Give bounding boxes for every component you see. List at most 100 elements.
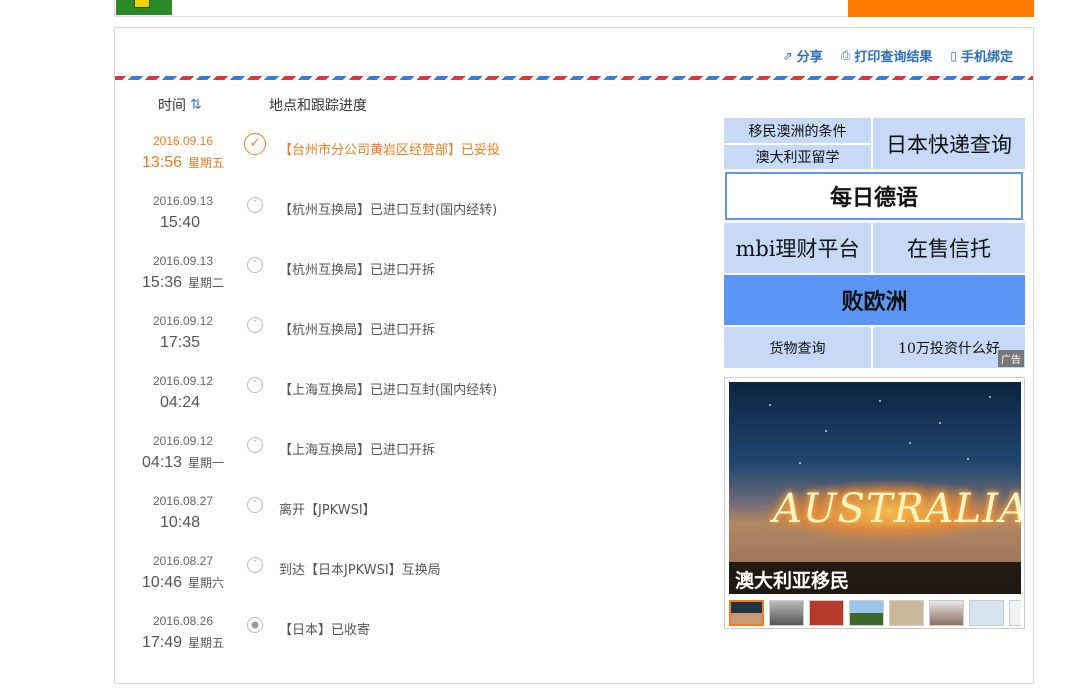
event-date: 2016.08.27: [152, 554, 214, 568]
thumbnail[interactable]: [889, 600, 924, 626]
event-clock: 17:49: [141, 634, 183, 651]
thumbnail-strip: [729, 600, 1021, 626]
ad-link-trust[interactable]: 在售信托: [873, 223, 1025, 273]
timeline-row: 2016.09.16 13:56 星期五 ✓ 【台州市分公司黄岩区经营部】已妥投: [115, 128, 715, 188]
place-column-header: 地点和跟踪进度: [269, 98, 367, 114]
event-date: 2016.09.12: [152, 314, 214, 328]
timeline-row: 2016.09.12 17:35 ˄ 【杭州互换局】已进口开拆: [115, 308, 715, 368]
print-button[interactable]: ⎙ 打印查询结果: [841, 46, 933, 65]
event-date: 2016.08.26: [152, 614, 214, 628]
event-time: 15:36 星期二: [115, 274, 251, 292]
event-time: 15:40: [115, 214, 251, 232]
event-clock: 04:13: [141, 454, 183, 471]
event-clock: 15:40: [159, 214, 201, 231]
event-description: 到达【日本JPKWSI】互换局: [279, 563, 441, 578]
ad-label: 广告: [998, 350, 1024, 367]
phone-bind-label: 手机绑定: [960, 50, 1013, 65]
thumbnail[interactable]: [1009, 600, 1021, 626]
event-weekday: 星期五: [188, 156, 225, 170]
event-time: 04:24: [115, 394, 251, 412]
ad-link-europe[interactable]: 败欧洲: [724, 275, 1025, 325]
ad-link-cargo[interactable]: 货物查询: [724, 327, 871, 368]
share-button[interactable]: ⇗ 分享: [782, 46, 823, 66]
thumbnail[interactable]: [929, 600, 964, 626]
share-icon: ⇗: [782, 48, 793, 63]
ad-caption[interactable]: 澳大利亚移民: [729, 562, 1021, 594]
thumbnail[interactable]: [809, 600, 844, 626]
timeline-dot-icon: ˄: [247, 257, 263, 273]
event-time: 17:35: [115, 334, 251, 352]
ad-link-mbi[interactable]: mbi理财平台: [724, 223, 871, 273]
time-column-header[interactable]: 时间 ⇅: [158, 95, 202, 115]
timeline-dot-icon: ˄: [247, 557, 263, 573]
phone-icon: ▯: [950, 48, 957, 63]
timeline-row: 2016.09.12 04:24 ˄ 【上海互换局】已进口互封(国内经转): [115, 368, 715, 428]
timeline-row: 2016.08.27 10:48 ˄ 离开【JPKWSI】: [115, 488, 715, 548]
event-description: 【上海互换局】已进口开拆: [279, 443, 436, 458]
event-date: 2016.09.13: [152, 254, 214, 268]
airmail-divider: [115, 76, 1033, 80]
timeline-row: 2016.09.13 15:36 星期二 ˄ 【杭州互换局】已进口开拆: [115, 248, 715, 308]
print-label: 打印查询结果: [854, 50, 933, 65]
ad-link-immigration-conditions[interactable]: 移民澳洲的条件: [724, 118, 871, 143]
event-description: 【杭州互换局】已进口开拆: [279, 323, 436, 338]
action-bar: ⇗ 分享 ⎙ 打印查询结果 ▯ 手机绑定: [783, 46, 1013, 65]
thumbnail[interactable]: [969, 600, 1004, 626]
thumbnail[interactable]: [849, 600, 884, 626]
event-time: 10:48: [115, 514, 251, 532]
thumbnail[interactable]: [729, 600, 764, 626]
event-description: 【日本】已收寄: [279, 623, 371, 638]
event-clock: 17:35: [159, 334, 201, 351]
ad-link-study-australia[interactable]: 澳大利亚留学: [724, 145, 871, 169]
tracking-panel: ⇗ 分享 ⎙ 打印查询结果 ▯ 手机绑定 时间 ⇅ 地点和跟踪进度 2016.0…: [114, 27, 1034, 684]
event-clock: 10:48: [159, 514, 201, 531]
event-clock: 10:46: [141, 574, 183, 591]
event-time: 10:46 星期六: [115, 574, 251, 592]
timeline-dot-icon: [247, 617, 263, 633]
time-header-label: 时间: [158, 98, 186, 114]
event-description: 【上海互换局】已进口互封(国内经转): [279, 383, 498, 398]
event-date: 2016.08.27: [152, 494, 214, 508]
event-weekday: 星期五: [188, 636, 225, 650]
timeline-dot-icon: ˄: [247, 497, 263, 513]
thumbnail[interactable]: [769, 600, 804, 626]
event-date: 2016.09.13: [152, 194, 214, 208]
ad-block: 移民澳洲的条件 澳大利亚留学 日本快递查询 每日德语 mbi理财平台 在售信托 …: [724, 118, 1025, 368]
event-description: 【杭州互换局】已进口开拆: [279, 263, 436, 278]
timeline-row: 2016.08.26 17:49 星期五 【日本】已收寄: [115, 608, 715, 668]
event-weekday: 星期六: [188, 576, 225, 590]
event-date: 2016.09.12: [152, 374, 214, 388]
light-painting-text: AUSTRALIA: [773, 486, 1021, 532]
event-description: 【台州市分公司黄岩区经营部】已妥投: [279, 143, 501, 158]
print-icon: ⎙: [840, 48, 851, 62]
phone-bind-button[interactable]: ▯ 手机绑定: [950, 46, 1013, 66]
event-time: 04:13 星期一: [115, 454, 251, 472]
check-circle-icon: ✓: [244, 133, 266, 155]
top-query-button[interactable]: [848, 0, 1034, 17]
event-time: 17:49 星期五: [115, 634, 251, 652]
timeline-row: 2016.08.27 10:46 星期六 ˄ 到达【日本JPKWSI】互换局: [115, 548, 715, 608]
timeline-row: 2016.09.13 15:40 ˄ 【杭州互换局】已进口互封(国内经转): [115, 188, 715, 248]
event-clock: 13:56: [141, 154, 183, 171]
ad-link-japan-express[interactable]: 日本快递查询: [873, 118, 1025, 169]
event-time: 13:56 星期五: [115, 154, 251, 172]
timeline-row: 2016.09.12 04:13 星期一 ˄ 【上海互换局】已进口开拆: [115, 428, 715, 488]
event-date: 2016.09.12: [152, 434, 214, 448]
event-description: 【杭州互换局】已进口互封(国内经转): [279, 203, 498, 218]
event-clock: 15:36: [141, 274, 183, 291]
share-label: 分享: [796, 50, 823, 65]
timeline-dot-icon: ˄: [247, 197, 263, 213]
timeline-dot-icon: ˄: [247, 437, 263, 453]
timeline-dot-icon: ˄: [247, 377, 263, 393]
event-weekday: 星期一: [188, 456, 225, 470]
event-weekday: 星期二: [188, 276, 225, 290]
sort-arrows-icon[interactable]: ⇅: [190, 97, 202, 113]
timeline-dot-icon: ˄: [247, 317, 263, 333]
event-date: 2016.09.16: [152, 134, 214, 148]
china-post-logo[interactable]: [116, 0, 172, 15]
event-clock: 04:24: [159, 394, 201, 411]
logo-mark: [134, 0, 150, 8]
event-description: 离开【JPKWSI】: [279, 503, 376, 518]
ad-link-daily-german[interactable]: 每日德语: [725, 172, 1023, 220]
image-ad: AUSTRALIA 澳大利亚移民: [724, 377, 1025, 629]
